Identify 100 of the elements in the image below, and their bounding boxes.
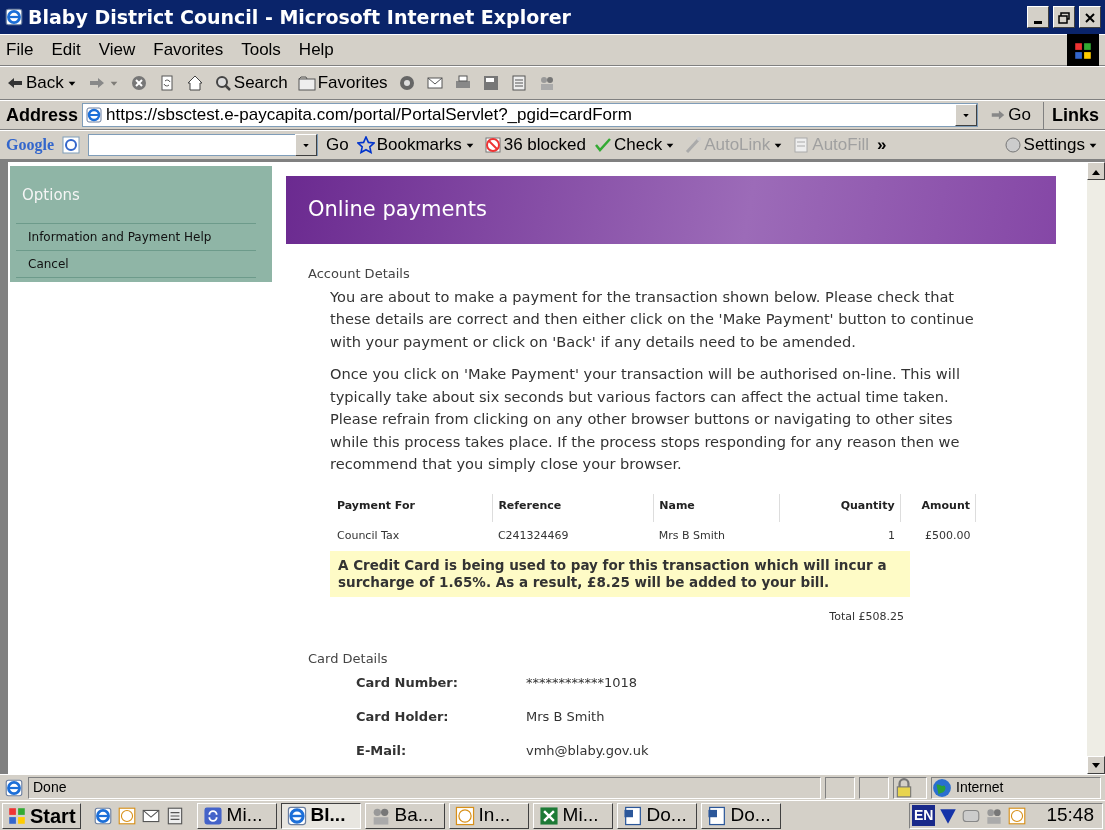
menu-item[interactable]: Favorites [153, 37, 224, 63]
menu-item[interactable]: Help [298, 37, 334, 63]
back-button[interactable]: Back [6, 70, 78, 96]
search-button[interactable]: Search [213, 70, 288, 96]
sidebar-link[interactable]: Cancel [16, 249, 256, 278]
scrollbar[interactable] [1087, 162, 1105, 774]
wand-icon [684, 136, 703, 154]
column-header: Quantity [779, 493, 901, 522]
taskbar-button[interactable]: Do... [616, 802, 697, 829]
start-button[interactable]: Start [2, 802, 81, 829]
taskbar-button[interactable]: Mi... [532, 802, 613, 829]
document-icon [621, 804, 644, 827]
google-icon [62, 136, 80, 154]
blocked-button[interactable]: 36 blocked [483, 132, 586, 158]
address-dropdown[interactable] [955, 104, 978, 126]
settings-button[interactable]: Settings [1003, 132, 1099, 158]
minimize-icon [1034, 20, 1042, 24]
address-field[interactable]: https://sbsctest.e-paycapita.com/portal/PortalServlet?_pgid=cardForm [82, 103, 979, 127]
menu-item[interactable]: View [98, 37, 136, 63]
go-button[interactable]: Go [982, 102, 1039, 128]
window-title: Blaby District Council - Microsoft Internet Explorer [28, 4, 572, 30]
home-button[interactable] [185, 74, 204, 92]
surcharge-notice: A Credit Card is being used to pay for this transaction which will incur a surcharge of 1.65%. As a result, £8.25 will be added to your bill. [330, 550, 910, 597]
menu-item[interactable]: File [6, 37, 34, 63]
field-label: Card Number: [356, 673, 459, 692]
browser-icon [285, 804, 308, 827]
stop-button[interactable] [129, 74, 148, 92]
page-header: Online payments [286, 176, 1056, 244]
google-logo: Google [6, 135, 54, 156]
menu-item[interactable]: Tools [241, 37, 281, 63]
status-panel [859, 776, 889, 799]
language-indicator[interactable]: EN [912, 805, 936, 826]
table-cell: 1 [779, 522, 901, 551]
taskbar-button[interactable]: In... [448, 802, 529, 829]
folder-icon [297, 74, 316, 92]
paragraph: You are about to make a payment for the transaction shown below. Please check that these details are correct and then either click on the 'Make Payment' button to continue with your payment or click on 'Back' if any details need to be amended. [330, 286, 975, 352]
bookmarks-button[interactable]: Bookmarks [356, 132, 476, 158]
document-icon [509, 74, 528, 92]
search-dropdown[interactable] [295, 134, 317, 156]
status-panel [825, 776, 855, 799]
star-icon [356, 136, 375, 154]
address-label: Address [6, 103, 79, 127]
menu-item[interactable]: Edit [51, 37, 81, 63]
links-button[interactable]: Links [1043, 101, 1099, 129]
media-button[interactable] [397, 74, 416, 92]
check-button[interactable]: Check [593, 132, 677, 158]
google-search-field[interactable] [88, 134, 318, 156]
globe-icon [932, 777, 952, 798]
field-label: Card Holder: [356, 707, 450, 726]
form-icon [792, 136, 811, 154]
close-icon [1084, 12, 1096, 24]
scroll-down-button[interactable] [1087, 756, 1105, 774]
field-value: ************1018 [526, 673, 638, 692]
browser-icon [92, 806, 113, 827]
spreadsheet-icon [537, 804, 560, 827]
circle-icon [1003, 136, 1022, 154]
total-amount: Total £508.25 [828, 608, 904, 625]
more-button[interactable]: » [877, 132, 887, 158]
go-button[interactable]: Go [326, 132, 349, 158]
restore-icon [1058, 12, 1070, 24]
zone-label: Internet [956, 778, 1004, 797]
down-arrow-icon [1091, 761, 1101, 770]
sidebar-link[interactable]: Information and Payment Help [16, 222, 256, 250]
stop-icon [129, 74, 148, 92]
document-icon [705, 804, 728, 827]
windows-flag-icon [1073, 40, 1093, 61]
table-cell: Council Tax [332, 522, 493, 551]
envelope-icon [425, 74, 444, 92]
taskbar-button[interactable]: Do... [700, 802, 781, 829]
mail-button[interactable] [425, 74, 444, 92]
clock-icon [116, 806, 137, 827]
taskbar-button[interactable]: Ba... [364, 802, 445, 829]
field-value: Mrs B Smith [526, 707, 605, 726]
windows-flag-icon [7, 805, 27, 826]
table-cell: C241324469 [492, 522, 654, 551]
scroll-up-button[interactable] [1087, 162, 1105, 180]
close-button[interactable] [1079, 6, 1101, 28]
minimize-button[interactable] [1027, 6, 1049, 28]
column-header: Reference [492, 493, 654, 522]
taskbar-button[interactable]: Mi... [196, 802, 277, 829]
field-value: vmh@blaby.gov.uk [526, 741, 649, 760]
field-label: E-Mail: [356, 741, 408, 760]
section-title: Card Details [308, 650, 389, 668]
table-cell: £500.00 [900, 522, 976, 551]
column-header: Amount [900, 493, 976, 522]
chat-icon [201, 804, 224, 827]
checkmark-icon [593, 136, 612, 154]
clock: 15:48 [1046, 803, 1094, 828]
section-title: Account Details [308, 265, 411, 283]
favorites-button[interactable]: Favorites [297, 70, 388, 96]
discuss-button[interactable] [509, 74, 528, 92]
taskbar-button[interactable]: Bl... [280, 802, 361, 829]
column-header: Name [653, 493, 780, 522]
restore-button[interactable] [1053, 6, 1075, 28]
table-cell: Mrs B Smith [653, 522, 780, 551]
clock-icon [1007, 805, 1028, 826]
column-header: Payment For [332, 493, 493, 522]
browser-icon [4, 7, 24, 27]
paragraph: Once you click on 'Make Payment' your transaction will be authorised on-line. This will typically take about six seconds but various factors can affect the actual time taken. Please refrain from clicking on any other browser buttons or navigating to other sites while this process takes place. If the process stops responding for any reason then we recommend that you simply close your browser. [330, 364, 961, 474]
blocked-popup-icon [483, 136, 502, 154]
